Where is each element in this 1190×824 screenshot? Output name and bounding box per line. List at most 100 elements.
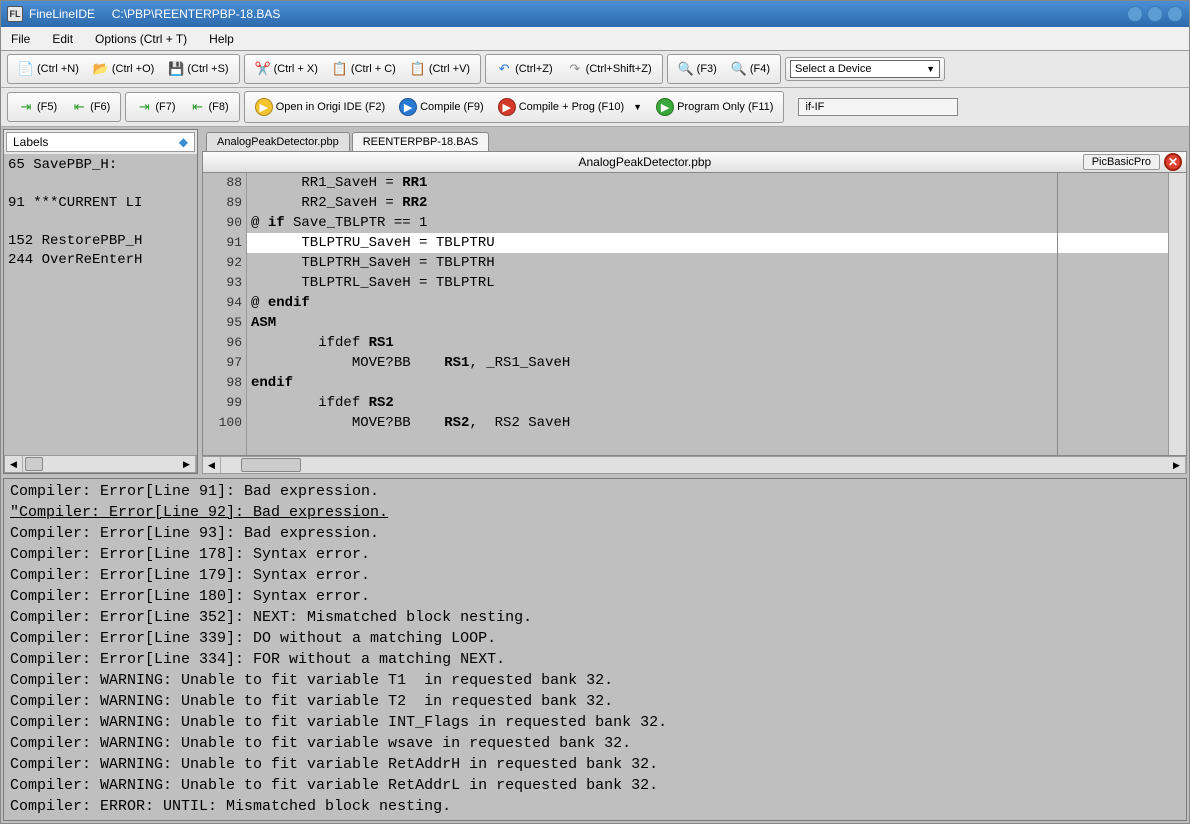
save-disk-icon: 💾 xyxy=(168,61,184,77)
diamond-icon: ◆ xyxy=(179,135,188,149)
code-line[interactable]: TBLPTRH_SaveH = TBLPTRH xyxy=(247,253,1168,273)
scroll-thumb[interactable] xyxy=(25,457,43,471)
output-line[interactable]: Compiler: WARNING: Unable to fit variabl… xyxy=(10,712,1180,733)
program-only-button[interactable]: ▶Program Only (F11) xyxy=(650,94,779,120)
document-header: AnalogPeakDetector.pbp PicBasicPro ✕ xyxy=(202,151,1187,173)
code-line[interactable]: RR2_SaveH = RR2 xyxy=(247,193,1168,213)
editor-panel: AnalogPeakDetector.pbpREENTERPBP-18.BAS … xyxy=(202,129,1187,474)
outdent-f6-button[interactable]: ⇤(F6) xyxy=(65,95,116,119)
label-item[interactable] xyxy=(8,213,193,232)
label-item[interactable]: 91 ***CURRENT LI xyxy=(8,194,193,213)
code-line[interactable]: TBLPTRL_SaveH = TBLPTRL xyxy=(247,273,1168,293)
maximize-button[interactable] xyxy=(1147,6,1163,22)
output-line[interactable]: Compiler: ERROR: UNTIL: Mismatched block… xyxy=(10,796,1180,817)
play-icon: ▶ xyxy=(399,98,417,116)
copy-button[interactable]: 📋(Ctrl + C) xyxy=(326,57,402,81)
output-line[interactable]: Compiler: Error[Line 180]: Syntax error. xyxy=(10,586,1180,607)
output-line[interactable]: Compiler: WARNING: Unable to fit variabl… xyxy=(10,733,1180,754)
minimize-button[interactable] xyxy=(1127,6,1143,22)
titlebar[interactable]: FL FineLineIDE C:\PBP\REENTERPBP-18.BAS xyxy=(1,1,1189,27)
indent-f5-button[interactable]: ⇥(F5) xyxy=(12,95,63,119)
find-button[interactable]: 🔍(F3) xyxy=(672,57,723,81)
f7-button[interactable]: ⇥(F7) xyxy=(130,95,181,119)
output-line[interactable]: Compiler: Error[Line 91]: Bad expression… xyxy=(10,481,1180,502)
open-origi-ide-button[interactable]: ▶Open in Origi IDE (F2) xyxy=(249,94,391,120)
output-line[interactable]: "Compiler: Error[Line 92]: Bad expressio… xyxy=(10,502,1180,523)
play-icon: ▶ xyxy=(255,98,273,116)
code-line[interactable]: RR1_SaveH = RR1 xyxy=(247,173,1168,193)
code-line[interactable]: ifdef RS1 xyxy=(247,333,1168,353)
code-line[interactable]: MOVE?BB RS2, RS2 SaveH xyxy=(247,413,1168,433)
scroll-right-icon[interactable]: ▶ xyxy=(1168,457,1186,473)
scroll-track[interactable] xyxy=(23,456,178,472)
menu-help[interactable]: Help xyxy=(205,30,238,48)
compile-prog-button[interactable]: ▶Compile + Prog (F10)▼ xyxy=(492,94,648,120)
compile-button[interactable]: ▶Compile (F9) xyxy=(393,94,490,120)
label-item[interactable] xyxy=(8,175,193,194)
output-line[interactable]: Compiler: Error[Line 179]: Syntax error. xyxy=(10,565,1180,586)
editor-hscroll[interactable]: ◀ ▶ xyxy=(202,456,1187,474)
code-line[interactable]: TBLPTRU_SaveH = TBLPTRU xyxy=(247,233,1168,253)
search-icon: 🔍 xyxy=(678,61,694,77)
labels-list[interactable]: 65 SavePBP_H: 91 ***CURRENT LI 152 Resto… xyxy=(4,154,197,455)
save-button[interactable]: 💾(Ctrl +S) xyxy=(162,57,234,81)
language-badge[interactable]: PicBasicPro xyxy=(1083,154,1160,170)
undo-button[interactable]: ↶(Ctrl+Z) xyxy=(490,57,559,81)
output-line[interactable]: Compiler: WARNING: Unable to fit variabl… xyxy=(10,670,1180,691)
undo-icon: ↶ xyxy=(496,61,512,77)
redo-button[interactable]: ↷(Ctrl+Shift+Z) xyxy=(561,57,658,81)
line-number: 98 xyxy=(203,373,242,393)
labels-dropdown[interactable]: Labels ◆ xyxy=(6,132,195,152)
label-item[interactable]: 244 OverReEnterH xyxy=(8,251,193,270)
menu-options[interactable]: Options (Ctrl + T) xyxy=(91,30,191,48)
scroll-left-icon[interactable]: ◀ xyxy=(5,456,23,472)
main-area: Labels ◆ 65 SavePBP_H: 91 ***CURRENT LI … xyxy=(1,127,1189,823)
chevron-down-icon[interactable]: ▼ xyxy=(633,102,642,112)
label-item[interactable]: 65 SavePBP_H: xyxy=(8,156,193,175)
code-editor[interactable]: 888990919293949596979899100 RR1_SaveH = … xyxy=(202,173,1187,456)
editor-tab[interactable]: AnalogPeakDetector.pbp xyxy=(206,132,350,151)
label-item[interactable]: 152 RestorePBP_H xyxy=(8,232,193,251)
code-line[interactable]: ASM xyxy=(247,313,1168,333)
app-name: FineLineIDE xyxy=(29,7,95,21)
code-body[interactable]: RR1_SaveH = RR1 RR2_SaveH = RR2@ if Save… xyxy=(247,173,1168,455)
scroll-right-icon[interactable]: ▶ xyxy=(178,456,196,472)
line-number: 89 xyxy=(203,193,242,213)
compiler-output[interactable]: Compiler: Error[Line 91]: Bad expression… xyxy=(4,479,1186,820)
output-line[interactable]: Compiler: WARNING: Unable to fit variabl… xyxy=(10,775,1180,796)
find-next-button[interactable]: 🔍(F4) xyxy=(725,57,776,81)
menu-file[interactable]: File xyxy=(7,30,34,48)
output-line[interactable]: Compiler: WARNING: Unable to fit variabl… xyxy=(10,691,1180,712)
output-line[interactable]: Compiler: WARNING: Unable to fit variabl… xyxy=(10,754,1180,775)
paste-button[interactable]: 📋(Ctrl +V) xyxy=(404,57,476,81)
code-line[interactable]: MOVE?BB RS1, _RS1_SaveH xyxy=(247,353,1168,373)
close-window-button[interactable] xyxy=(1167,6,1183,22)
code-line[interactable]: endif xyxy=(247,373,1168,393)
close-document-button[interactable]: ✕ xyxy=(1164,153,1182,171)
menu-edit[interactable]: Edit xyxy=(48,30,77,48)
toolbar-row-2: ⇥(F5) ⇤(F6) ⇥(F7) ⇤(F8) ▶Open in Origi I… xyxy=(1,88,1189,127)
code-line[interactable]: @ endif xyxy=(247,293,1168,313)
output-line[interactable]: Compiler: Error[Line 178]: Syntax error. xyxy=(10,544,1180,565)
output-line[interactable]: Compiler: Error[Line 93]: Bad expression… xyxy=(10,523,1180,544)
editor-tab[interactable]: REENTERPBP-18.BAS xyxy=(352,132,490,151)
new-button[interactable]: 📄(Ctrl +N) xyxy=(12,57,85,81)
output-line[interactable]: Compiler: Error[Line 339]: DO without a … xyxy=(10,628,1180,649)
f8-button[interactable]: ⇤(F8) xyxy=(184,95,235,119)
labels-hscroll[interactable]: ◀ ▶ xyxy=(4,455,197,473)
code-line[interactable]: @ if Save_TBLPTR == 1 xyxy=(247,213,1168,233)
open-button[interactable]: 📂(Ctrl +O) xyxy=(87,57,160,81)
scroll-left-icon[interactable]: ◀ xyxy=(203,457,221,473)
search-next-icon: 🔍 xyxy=(731,61,747,77)
vertical-scrollbar[interactable] xyxy=(1168,173,1186,455)
new-file-icon: 📄 xyxy=(18,61,34,77)
output-line[interactable]: Compiler: Error[Line 352]: NEXT: Mismatc… xyxy=(10,607,1180,628)
device-select[interactable]: Select a Device ▼ xyxy=(790,60,940,78)
scroll-track[interactable] xyxy=(221,457,1168,473)
line-number: 96 xyxy=(203,333,242,353)
output-line[interactable]: Compiler: Error[Line 334]: FOR without a… xyxy=(10,649,1180,670)
line-number: 91 xyxy=(203,233,242,253)
scroll-thumb[interactable] xyxy=(241,458,301,472)
code-line[interactable]: ifdef RS2 xyxy=(247,393,1168,413)
cut-button[interactable]: ✂️(Ctrl + X) xyxy=(249,57,324,81)
